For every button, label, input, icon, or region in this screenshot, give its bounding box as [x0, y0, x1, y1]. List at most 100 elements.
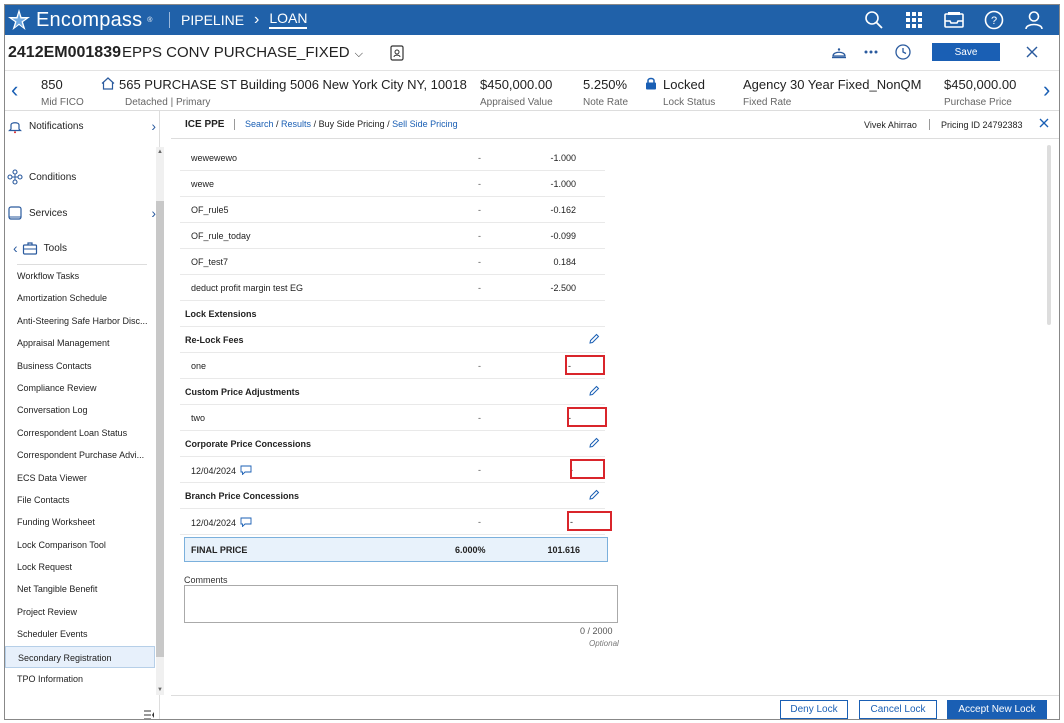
- contact-card-icon[interactable]: [390, 45, 404, 61]
- row-dash: -: [478, 179, 481, 189]
- row-dash: -: [478, 465, 481, 475]
- top-bar: Encompass ® PIPELINE › LOAN ?: [5, 5, 1059, 35]
- edit-pencil-icon[interactable]: [588, 437, 600, 449]
- sidebar-item-conditions[interactable]: Conditions: [5, 169, 160, 185]
- breadcrumb: Search / Results / Buy Side Pricing / Se…: [245, 119, 458, 129]
- sidebar-scroll-thumb[interactable]: [156, 201, 164, 657]
- sidebar-item-notifications[interactable]: Notifications ›: [5, 118, 160, 134]
- sidebar-tool-item[interactable]: Correspondent Purchase Advi...: [5, 444, 155, 466]
- content-scrollbar[interactable]: [1045, 145, 1053, 690]
- breadcrumb-sell-side[interactable]: Sell Side Pricing: [392, 119, 458, 129]
- chevron-right-icon: ›: [151, 118, 156, 134]
- chevron-left-icon[interactable]: ‹: [11, 79, 25, 101]
- bell-icon: [8, 122, 22, 134]
- sidebar-item-tools[interactable]: ‹ Tools: [5, 240, 160, 256]
- pricing-id: Pricing ID 24792383: [941, 120, 1023, 130]
- section-title: Custom Price Adjustments: [185, 387, 300, 397]
- purchase-label: Purchase Price: [944, 97, 1012, 108]
- sidebar-tool-item[interactable]: Lock Comparison Tool: [5, 534, 155, 556]
- user-profile-icon[interactable]: [1023, 9, 1045, 31]
- help-icon[interactable]: ?: [983, 9, 1005, 31]
- chevron-down-icon: ⌵: [354, 48, 363, 60]
- sidebar-tool-item[interactable]: Project Review: [5, 601, 155, 623]
- fico-value: 850: [41, 77, 63, 92]
- breadcrumb-separator: /: [273, 119, 282, 129]
- strip-program: Agency 30 Year Fixed_NonQM Fixed Rate: [743, 77, 922, 108]
- sidebar-tool-item[interactable]: File Contacts: [5, 489, 155, 511]
- comments-input[interactable]: [184, 585, 618, 623]
- note-rate-label: Note Rate: [583, 97, 629, 108]
- history-clock-icon[interactable]: [894, 43, 912, 61]
- trademark-mark: ®: [147, 16, 153, 24]
- save-button[interactable]: Save: [932, 43, 1000, 61]
- nav-pipeline[interactable]: PIPELINE: [181, 12, 244, 28]
- edit-pencil-icon[interactable]: [588, 489, 600, 501]
- comments-label: Comments: [184, 575, 228, 585]
- close-icon[interactable]: [1025, 45, 1039, 59]
- sidebar-tool-item[interactable]: Secondary Registration: [5, 645, 155, 669]
- sidebar-tool-item[interactable]: Anti-Steering Safe Harbor Disc...: [5, 310, 155, 332]
- sidebar-tool-item[interactable]: Business Contacts: [5, 355, 155, 377]
- app-logo[interactable]: Encompass ®: [7, 8, 153, 32]
- sidebar-tool-item[interactable]: Amortization Schedule: [5, 287, 155, 309]
- chevron-left-icon: ‹: [13, 240, 18, 256]
- sidebar-tool-item[interactable]: Workflow Tasks: [5, 265, 155, 287]
- user-name: Vivek Ahirrao: [864, 120, 917, 130]
- loan-name-dropdown[interactable]: EPPS CONV PURCHASE_FIXED ⌵: [122, 44, 363, 61]
- breadcrumb-search[interactable]: Search: [245, 119, 274, 129]
- edit-pencil-icon[interactable]: [588, 333, 600, 345]
- breadcrumb-results[interactable]: Results: [281, 119, 311, 129]
- sidebar-item-services[interactable]: Services ›: [5, 205, 160, 221]
- scroll-up-icon[interactable]: ▲: [156, 149, 164, 155]
- sidebar-tool-item[interactable]: ECS Data Viewer: [5, 467, 155, 489]
- sidebar-scrollbar[interactable]: ▲ ▼: [156, 147, 164, 695]
- left-sidebar: Notifications › Conditions Services › ‹ …: [5, 111, 164, 720]
- toolbox-icon: [22, 242, 37, 255]
- accept-new-lock-button[interactable]: Accept New Lock: [947, 700, 1047, 719]
- nav-loan[interactable]: LOAN: [269, 10, 308, 29]
- strip-address: 565 PURCHASE ST Building 5006 New York C…: [101, 77, 467, 108]
- apps-grid-icon[interactable]: [903, 9, 925, 31]
- inbox-tray-icon[interactable]: [943, 9, 965, 31]
- sidebar-tool-item[interactable]: Conversation Log: [5, 399, 155, 421]
- sidebar-tool-item[interactable]: Funding Worksheet: [5, 511, 155, 533]
- close-icon[interactable]: [1037, 116, 1051, 130]
- sidebar-tool-item[interactable]: Scheduler Events: [5, 623, 155, 645]
- action-footer: Deny Lock Cancel Lock Accept New Lock: [171, 695, 1059, 719]
- row-value: -1.000: [550, 179, 576, 189]
- row-name: 12/04/2024: [191, 518, 237, 528]
- content-scroll-thumb[interactable]: [1047, 145, 1051, 325]
- breadcrumb-separator: /: [311, 119, 319, 129]
- lock-value: Locked: [663, 77, 705, 92]
- chevron-right-icon[interactable]: ›: [1043, 79, 1057, 101]
- more-options-icon[interactable]: [862, 43, 880, 61]
- sidebar-tool-item[interactable]: Correspondent Loan Status: [5, 422, 155, 444]
- section-branch-concessions: Branch Price Concessions: [180, 483, 605, 509]
- edit-pencil-icon[interactable]: [588, 385, 600, 397]
- table-row: deduct profit margin test EG - -2.500: [180, 275, 605, 301]
- cancel-lock-button[interactable]: Cancel Lock: [859, 700, 937, 719]
- sidebar-tool-item[interactable]: Compliance Review: [5, 377, 155, 399]
- collapse-sidebar-icon[interactable]: [143, 709, 155, 720]
- logo-star-icon: [8, 9, 30, 30]
- sidebar-tool-item[interactable]: Net Tangible Benefit: [5, 578, 155, 600]
- address-label: Detached | Primary: [125, 97, 211, 108]
- scroll-down-icon[interactable]: ▼: [156, 687, 164, 693]
- highlight-box: [570, 459, 605, 479]
- sidebar-tool-item[interactable]: TPO Information: [5, 668, 155, 690]
- header-divider: [929, 119, 930, 130]
- svg-text:?: ?: [991, 15, 997, 27]
- services-label: Services: [29, 207, 68, 219]
- search-icon[interactable]: [863, 9, 885, 31]
- sidebar-tool-item[interactable]: Lock Request: [5, 556, 155, 578]
- table-row: one - -: [180, 353, 605, 379]
- appraised-value: $450,000.00: [480, 77, 553, 92]
- address-value: 565 PURCHASE ST Building 5006 New York C…: [119, 77, 467, 92]
- sidebar-tool-item[interactable]: Appraisal Management: [5, 332, 155, 354]
- comment-icon[interactable]: [240, 465, 252, 475]
- bell-service-icon[interactable]: [830, 43, 848, 61]
- comment-icon[interactable]: [240, 517, 252, 527]
- row-dash: -: [478, 153, 481, 163]
- deny-lock-button[interactable]: Deny Lock: [780, 700, 848, 719]
- pricing-panel-header: ICE PPE Search / Results / Buy Side Pric…: [171, 111, 1059, 139]
